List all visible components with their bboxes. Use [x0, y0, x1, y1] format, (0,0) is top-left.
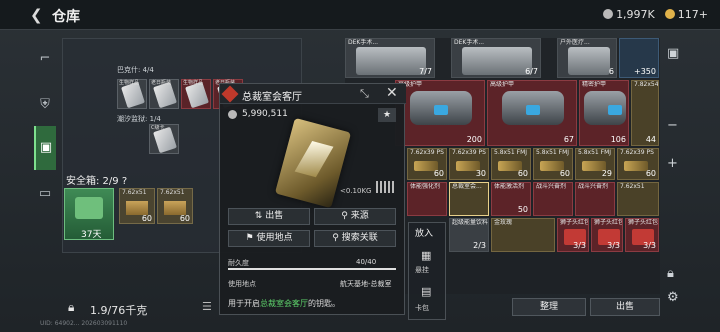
grid-item[interactable]: 高级护甲 67 — [487, 80, 577, 146]
grid-item[interactable]: 体能激活剂 50 — [491, 182, 531, 216]
backpack-icon[interactable]: ▣ — [34, 126, 56, 170]
hang-label: 悬挂 — [415, 266, 429, 274]
silver-coin-icon — [603, 9, 614, 19]
grid-item-selected[interactable]: 总裁室会... — [449, 182, 489, 216]
durability-fill — [228, 268, 396, 270]
briefcase-icon[interactable]: ▭ — [34, 183, 56, 205]
grid-item[interactable]: 高级护甲 200 — [395, 80, 485, 146]
grid-item[interactable]: 5.8x51 FMJ 60 — [533, 148, 573, 180]
grid-item[interactable]: 7.82x54R44 — [631, 80, 659, 146]
grid-item[interactable]: 体能强化剂 — [407, 182, 447, 216]
item-price: 5,990,511 — [242, 109, 288, 119]
sell-button[interactable]: 出售 — [590, 298, 660, 316]
grid-item[interactable]: 狮子头红包 3/3 — [591, 218, 623, 252]
card-pack-label: 卡包 — [415, 304, 429, 312]
page-title: 仓库 — [52, 9, 80, 25]
silver-coin-icon — [228, 110, 237, 119]
durability-value: 40/40 — [356, 258, 377, 266]
use-location-label: 使用地点 — [228, 280, 256, 288]
right-rail: ▣ − + 🔒︎ ⚙ — [663, 38, 689, 308]
uid-label: UID: 64902... 202603091110 — [40, 320, 128, 327]
shrink-icon[interactable]: ⤡ — [360, 87, 369, 101]
durability-label: 耐久度 — [228, 259, 249, 267]
category-sidebar: ⌐ ⛨ ▣ ▭ — [34, 38, 56, 243]
item-weight: <0.10KG — [340, 187, 372, 195]
close-icon[interactable]: ✕ — [386, 85, 398, 101]
back-arrow-icon[interactable]: ❮ — [30, 6, 43, 24]
armor-icon[interactable]: ⛨ — [34, 94, 56, 116]
item-slot[interactable]: C级卡 — [149, 124, 179, 154]
item-slot[interactable]: 老日瓶装 — [149, 79, 179, 109]
grid-item[interactable]: DEK手术... 7/7 — [345, 38, 435, 78]
sort-button[interactable]: 整理 — [512, 298, 586, 316]
put-in-title: 放入 — [415, 229, 434, 239]
safe-box-slot[interactable]: 37天 — [64, 188, 114, 240]
item-slot[interactable]: 生物样品 — [181, 79, 211, 109]
favorite-star-icon[interactable]: ★ — [378, 108, 396, 122]
backpack-icon[interactable]: ▣ — [667, 46, 679, 61]
grid-item[interactable]: 超级能量饮料 2/3 — [449, 218, 489, 252]
grid-item[interactable]: 户外医疗... 6 — [557, 38, 617, 78]
weight-capacity: 1.9/76千克 — [90, 304, 148, 317]
lock-icon[interactable]: 🔒︎ — [667, 266, 674, 281]
lock-icon[interactable]: 🔒︎ — [68, 300, 74, 315]
card-pack-icon[interactable]: ▤ — [421, 285, 431, 298]
gold-coin-icon — [664, 9, 675, 19]
sell-action-button[interactable]: ⇅ 出售 — [228, 208, 310, 225]
item-description: 用于开启总裁室会客厅的钥匙。 — [228, 299, 340, 308]
item-slot[interactable]: 生物样品 — [117, 79, 147, 109]
help-icon[interactable]: ? — [122, 176, 127, 187]
grid-size-icon — [376, 181, 394, 193]
ammo-slot[interactable]: 7.62x51 60 — [119, 188, 155, 224]
use-location-button[interactable]: ⚑ 使用地点 — [228, 230, 310, 247]
sell-icon: ⇅ — [254, 211, 266, 221]
list-icon[interactable]: ☰ — [202, 300, 212, 313]
plus-icon[interactable]: + — [667, 156, 678, 171]
search-icon: ⚲ — [332, 233, 342, 243]
use-location-value: 航天基地-总裁室 — [340, 280, 392, 288]
grid-item[interactable]: 金玫瑰 — [491, 218, 555, 252]
grid-item[interactable]: 7.62x39 PS 60 — [407, 148, 447, 180]
silver-currency[interactable]: 1,997K — [603, 8, 655, 21]
grid-item[interactable]: 狮子头红包 3/3 — [625, 218, 659, 252]
grid-item[interactable]: 7.62x39 PS 30 — [449, 148, 489, 180]
grid-item[interactable]: DEK手术... 6/7 — [451, 38, 541, 78]
safe-box-row: 37天 7.62x51 60 7.62x51 60 — [64, 188, 219, 243]
grid-item[interactable]: +350 — [619, 38, 659, 78]
grid-item[interactable]: 精密护甲 106 — [579, 80, 629, 146]
item-detail-popup: 总裁室会客厅 ⤡ ✕ 5,990,511 ★ <0.10KG ⇅ 出售 ⚲ 来源… — [219, 83, 406, 315]
search-link-button[interactable]: ⚲ 搜索关联 — [314, 230, 396, 247]
settings-icon[interactable]: ⚙ — [667, 290, 679, 305]
gold-currency[interactable]: 117+ — [664, 8, 708, 21]
grid-item[interactable]: 战斗兴奋剂 — [575, 182, 615, 216]
gun-icon[interactable]: ⌐ — [34, 48, 56, 70]
safe-box-timer: 37天 — [81, 230, 102, 240]
grid-item[interactable]: 7.62x39 PS 60 — [617, 148, 659, 180]
grid-item[interactable]: 5.8x51 FMJ 29 — [575, 148, 615, 180]
rarity-badge-icon — [221, 85, 239, 103]
put-in-panel: 放入 ▦ 悬挂 ▤ 卡包 — [408, 222, 446, 320]
hang-icon[interactable]: ▦ — [421, 249, 431, 262]
grid-item[interactable]: 狮子头红包 3/3 — [557, 218, 589, 252]
grid-item[interactable]: 5.8x51 FMJ 60 — [491, 148, 531, 180]
safe-box-label: 安全箱: 2/9 ? — [66, 176, 128, 187]
search-icon: ⚲ — [341, 211, 351, 221]
popup-header: 总裁室会客厅 ⤡ ✕ — [220, 84, 406, 104]
currency-bar: 1,997K 117+ — [603, 8, 708, 21]
minus-icon[interactable]: − — [667, 118, 678, 133]
grid-item[interactable]: 战斗兴奋剂 — [533, 182, 573, 216]
safe-box-icon — [75, 197, 103, 219]
section-label: 潮汐监狱: 1/4 — [117, 115, 161, 123]
section-label: 巴克什: 4/4 — [117, 66, 154, 74]
pin-icon: ⚑ — [245, 233, 257, 243]
ammo-slot[interactable]: 7.62x51 60 — [157, 188, 193, 224]
durability-bar — [228, 268, 396, 270]
source-action-button[interactable]: ⚲ 来源 — [314, 208, 396, 225]
grid-item[interactable]: 7.62x51 — [617, 182, 659, 216]
item-title: 总裁室会客厅 — [242, 92, 302, 103]
